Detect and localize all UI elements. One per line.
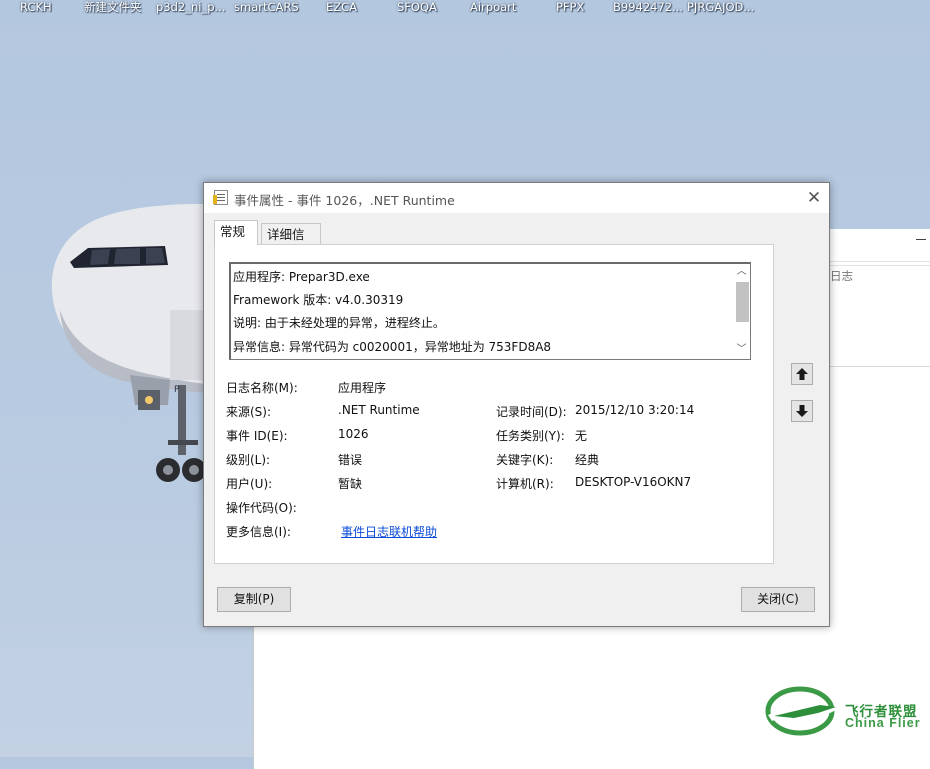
next-event-button[interactable] xyxy=(791,400,813,422)
desktop-icon[interactable]: smartCARS xyxy=(234,0,299,15)
opcode-label: 操作代码(O): xyxy=(226,501,297,515)
desktop-icon[interactable]: 新建文件夹 xyxy=(84,0,142,15)
event-description-box[interactable]: 应用程序: Prepar3D.exe Framework 版本: v4.0.30… xyxy=(229,262,751,360)
online-help-link[interactable]: 事件日志联机帮助 xyxy=(341,523,437,540)
more-info-label: 更多信息(I): xyxy=(226,525,291,539)
close-button[interactable]: 关闭(C) xyxy=(741,587,815,612)
scroll-up-icon[interactable]: ︿ xyxy=(733,264,750,280)
event-id-value: 1026 xyxy=(338,427,369,441)
watermark-english: China Flier xyxy=(845,716,921,730)
desktop-icon[interactable]: p3d2_ni_p... xyxy=(156,0,225,15)
copy-button[interactable]: 复制(P) xyxy=(217,587,291,612)
level-label: 级别(L): xyxy=(226,453,271,467)
desktop-icon[interactable]: PFPX xyxy=(556,0,584,15)
desktop-icon[interactable]: PJRGAJOD... xyxy=(687,0,754,15)
level-value: 错误 xyxy=(338,453,363,467)
event-viewer-icon xyxy=(213,190,228,205)
desktop-icon[interactable]: Airpoart xyxy=(470,0,516,15)
tab-details[interactable]: 详细信息 xyxy=(261,223,321,263)
computer-value: DESKTOP-V16OKN7 xyxy=(575,475,692,489)
log-name-label: 日志名称(M): xyxy=(226,381,298,395)
desktop-icons-row: RCKH 新建文件夹 p3d2_ni_p... smartCARS EZCA S… xyxy=(0,0,930,18)
arrow-down-icon xyxy=(796,405,808,417)
general-tab-panel: 应用程序: Prepar3D.exe Framework 版本: v4.0.30… xyxy=(214,244,774,564)
computer-label: 计算机(R): xyxy=(496,477,554,491)
desktop-icon[interactable]: RCKH xyxy=(20,0,52,15)
task-category-value: 无 xyxy=(575,429,588,443)
scrollbar-thumb[interactable] xyxy=(736,282,749,322)
logged-label: 记录时间(D): xyxy=(496,405,567,419)
dialog-title: 事件属性 - 事件 1026，.NET Runtime xyxy=(234,193,455,208)
user-value: 暂缺 xyxy=(338,477,363,491)
task-category-label: 任务类别(Y): xyxy=(496,429,565,443)
keywords-label: 关键字(K): xyxy=(496,453,554,467)
scroll-down-icon[interactable]: ﹀ xyxy=(733,342,750,358)
description-line: 说明: 由于未经处理的异常，进程终止。 xyxy=(233,316,445,330)
keywords-value: 经典 xyxy=(575,453,600,467)
source-value: .NET Runtime xyxy=(338,403,420,417)
desktop-icon[interactable]: SFOQA xyxy=(397,0,437,15)
background-window-toolbar xyxy=(828,229,930,262)
desktop-icon[interactable]: B9942472... xyxy=(613,0,683,15)
description-line: Framework 版本: v4.0.30319 xyxy=(233,293,404,307)
svg-text:P: P xyxy=(174,385,180,395)
close-icon[interactable]: ✕ xyxy=(802,187,826,209)
arrow-up-icon xyxy=(796,368,808,380)
tab-general[interactable]: 常规 xyxy=(214,220,258,245)
description-line: 异常信息: 异常代码为 c0020001，异常地址为 753FD8A8 xyxy=(233,340,552,354)
description-scrollbar[interactable]: ︿ ﹀ xyxy=(733,264,750,359)
background-log-label: 日志 xyxy=(830,269,853,283)
minimize-icon[interactable] xyxy=(916,239,926,240)
dialog-titlebar[interactable]: 事件属性 - 事件 1026，.NET Runtime ✕ xyxy=(204,183,829,213)
description-line: 应用程序: Prepar3D.exe xyxy=(233,270,370,284)
user-label: 用户(U): xyxy=(226,477,273,491)
desktop-icon[interactable]: EZCA xyxy=(326,0,357,15)
event-properties-dialog: 事件属性 - 事件 1026，.NET Runtime ✕ 常规 详细信息 应用… xyxy=(203,182,830,627)
previous-event-button[interactable] xyxy=(791,363,813,385)
event-id-label: 事件 ID(E): xyxy=(226,429,288,443)
source-label: 来源(S): xyxy=(226,405,272,419)
log-name-value: 应用程序 xyxy=(338,381,387,395)
logged-value: 2015/12/10 3:20:14 xyxy=(575,403,695,417)
